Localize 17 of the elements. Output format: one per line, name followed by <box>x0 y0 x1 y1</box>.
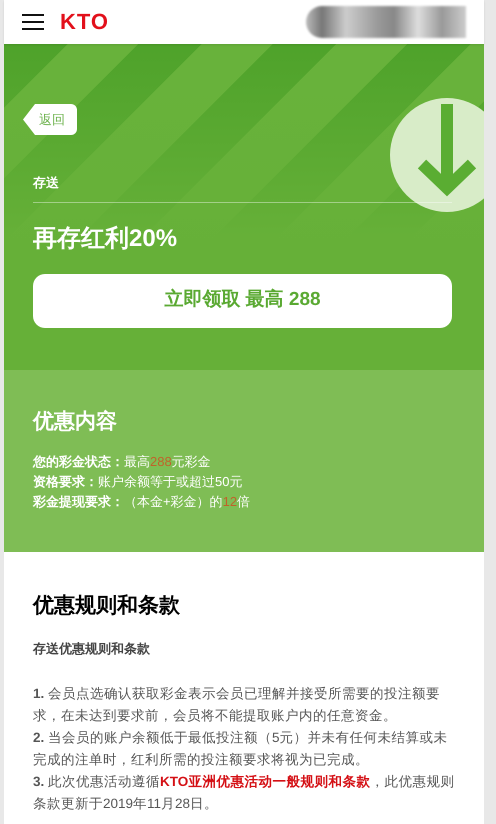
rule-paragraph: 3. 此次优惠活动遵循KTO亚洲优惠活动一般规则和条款，此优惠规则条款更新于2019年11月28日。 <box>33 773 456 813</box>
rule-paragraph: 2. 当会员的账户余额低于最低投注额（5元）并未有任何未结算或未完成的注单时，红利所需的投注额要求将视为已完成。 <box>33 729 449 769</box>
offer-detail: 您的彩金状态：最高288元彩金 <box>33 452 212 470</box>
offer-detail: 彩金提现要求：（本金+彩金）的12倍 <box>33 492 252 510</box>
menu-icon[interactable] <box>22 14 44 30</box>
promo-title: 再存红利20% <box>33 224 178 254</box>
offer-detail: 资格要求：账户余额等于或超过50元 <box>33 472 244 490</box>
section-title: 优惠内容 <box>33 408 118 435</box>
rules-link[interactable]: KTO亚洲优惠活动一般规则和条款 <box>160 774 370 789</box>
claim-button[interactable]: 立即领取 最高 288 <box>33 274 452 328</box>
download-arrow-icon <box>390 98 484 212</box>
back-button[interactable]: 返回 <box>23 104 77 135</box>
section-title: 优惠规则和条款 <box>33 593 181 619</box>
terms-subtitle: 存送优惠规则和条款 <box>33 640 151 658</box>
rule-paragraph: 1. 会员点选确认获取彩金表示会员已理解并接受所需要的投注额要求，在未达到要求前，会员将不能提取账户内的任意资金。 <box>33 685 442 725</box>
category-label: 存送 <box>33 174 60 192</box>
logo[interactable]: KTO <box>60 11 110 33</box>
